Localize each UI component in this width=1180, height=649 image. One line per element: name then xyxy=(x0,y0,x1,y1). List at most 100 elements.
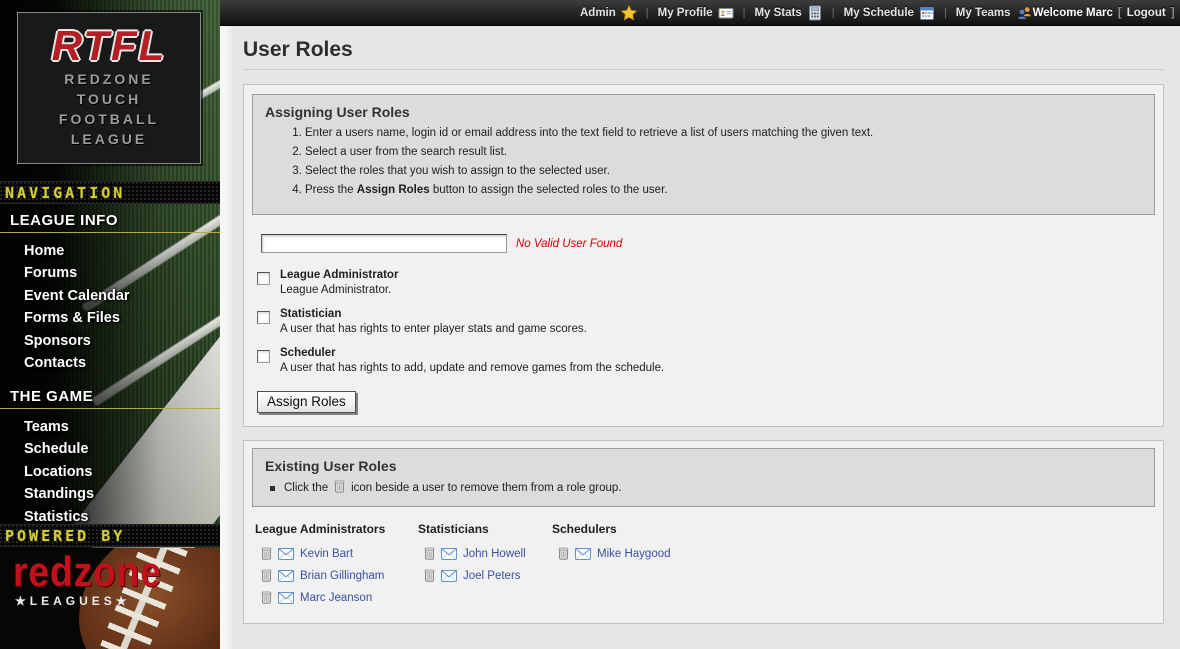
section-title-the-game: THE GAME xyxy=(0,384,220,409)
topbar-item-my-teams[interactable]: My Teams xyxy=(956,5,1033,21)
assigning-step: Press the Assign Roles button to assign … xyxy=(305,183,1142,198)
rtfl-logo-line: FOOTBALL xyxy=(18,109,200,129)
remove-user-trash-icon[interactable] xyxy=(424,547,435,560)
email-user-icon[interactable] xyxy=(441,570,457,582)
topbar-separator: | xyxy=(743,7,746,19)
group-title: League Administrators xyxy=(255,522,418,536)
role-description: A user that has rights to add, update an… xyxy=(280,362,664,374)
role-options: League Administrator League Administrato… xyxy=(257,269,1155,374)
user-row: Mike Haygood xyxy=(558,547,671,560)
rtfl-logo-line: LEAGUE xyxy=(18,129,200,149)
existing-roles-panel: Existing User Roles Click the icon besid… xyxy=(243,440,1164,624)
email-user-icon[interactable] xyxy=(278,570,294,582)
sidebar-item-schedule[interactable]: Schedule xyxy=(24,438,220,460)
user-link[interactable]: Joel Peters xyxy=(463,570,521,582)
role-checkbox-statistician[interactable] xyxy=(257,311,270,324)
email-user-icon[interactable] xyxy=(278,592,294,604)
vcard-icon xyxy=(718,5,734,21)
topbar-item-label: My Stats xyxy=(754,7,801,19)
main-area: Admin | My Profile | My Stats | My Sched… xyxy=(220,0,1180,649)
remove-user-trash-icon[interactable] xyxy=(261,591,272,604)
sidebar-item-standings[interactable]: Standings xyxy=(24,483,220,505)
role-option-league-administrator: League Administrator League Administrato… xyxy=(257,269,1155,296)
section-the-game: THE GAME Teams Schedule Locations Standi… xyxy=(0,384,220,528)
remove-user-trash-icon[interactable] xyxy=(424,569,435,582)
navigation-banner: NAVIGATION xyxy=(0,181,220,204)
user-row: Brian Gillingham xyxy=(261,569,418,582)
redzone-leagues-subtitle: ★LEAGUES★ xyxy=(15,594,131,608)
role-description: League Administrator. xyxy=(280,284,398,296)
topbar-item-my-profile[interactable]: My Profile xyxy=(658,5,734,21)
page-title: User Roles xyxy=(243,38,1164,62)
topbar-separator: | xyxy=(944,7,947,19)
rtfl-logo-line: REDZONE xyxy=(18,69,200,89)
sidebar: RTFL REDZONE TOUCH FOOTBALL LEAGUE NAVIG… xyxy=(0,0,220,649)
powered-by-label: POWERED BY xyxy=(0,525,220,547)
email-user-icon[interactable] xyxy=(441,548,457,560)
assigning-step: Select a user from the search result lis… xyxy=(305,145,1142,160)
logout-link[interactable]: Logout xyxy=(1127,7,1166,19)
role-option-scheduler: Scheduler A user that has rights to add,… xyxy=(257,347,1155,374)
assign-roles-panel: Assigning User Roles Enter a users name,… xyxy=(243,84,1164,427)
sidebar-item-teams[interactable]: Teams xyxy=(24,416,220,438)
group-schedulers: Schedulers Mike Haygood xyxy=(552,522,671,613)
remove-user-trash-icon[interactable] xyxy=(261,569,272,582)
user-search-input[interactable] xyxy=(261,234,507,253)
section-league-info: LEAGUE INFO Home Forums Event Calendar F… xyxy=(0,208,220,374)
star-icon xyxy=(621,5,637,21)
sidebar-item-sponsors[interactable]: Sponsors xyxy=(24,330,220,352)
sidebar-item-contacts[interactable]: Contacts xyxy=(24,352,220,374)
role-groups: League Administrators Kevin Bart Brian G… xyxy=(255,522,1155,613)
welcome-text: Welcome Marc xyxy=(1033,7,1113,19)
topbar-separator: | xyxy=(646,7,649,19)
group-statisticians: Statisticians John Howell Joel Peters xyxy=(418,522,552,613)
logout-bracket: ] xyxy=(1171,7,1175,19)
role-checkbox-scheduler[interactable] xyxy=(257,350,270,363)
topbar-item-admin[interactable]: Admin xyxy=(580,5,637,21)
bullet-square xyxy=(270,486,275,491)
assign-roles-button[interactable]: Assign Roles xyxy=(257,391,356,413)
redzone-leagues-logo[interactable]: redzone ★LEAGUES★ xyxy=(0,548,220,649)
sidebar-item-forms-files[interactable]: Forms & Files xyxy=(24,307,220,329)
assigning-box-title: Assigning User Roles xyxy=(265,104,1142,120)
user-link[interactable]: Mike Haygood xyxy=(597,548,671,560)
user-row: John Howell xyxy=(424,547,552,560)
sidebar-item-locations[interactable]: Locations xyxy=(24,461,220,483)
section-title-league-info: LEAGUE INFO xyxy=(0,208,220,233)
assigning-steps-list: Enter a users name, login id or email ad… xyxy=(265,126,1142,198)
user-link[interactable]: Brian Gillingham xyxy=(300,570,384,582)
logout-bracket: [ xyxy=(1118,7,1122,19)
existing-roles-box: Existing User Roles Click the icon besid… xyxy=(252,448,1155,507)
sidebar-item-home[interactable]: Home xyxy=(24,240,220,262)
existing-box-title: Existing User Roles xyxy=(265,458,1142,474)
user-row: Kevin Bart xyxy=(261,547,418,560)
trash-icon xyxy=(332,480,347,496)
assigning-step: Enter a users name, login id or email ad… xyxy=(305,126,1142,141)
role-checkbox-league-administrator[interactable] xyxy=(257,272,270,285)
role-option-statistician: Statistician A user that has rights to e… xyxy=(257,308,1155,335)
remove-user-trash-icon[interactable] xyxy=(558,547,569,560)
rtfl-logo-line: TOUCH xyxy=(18,89,200,109)
topbar-item-label: Admin xyxy=(580,7,616,19)
sidebar-item-event-calendar[interactable]: Event Calendar xyxy=(24,285,220,307)
topbar-item-label: My Schedule xyxy=(844,7,914,19)
sidebar-item-forums[interactable]: Forums xyxy=(24,262,220,284)
email-user-icon[interactable] xyxy=(278,548,294,560)
rtfl-logo-acronym: RTFL xyxy=(18,23,200,69)
user-link[interactable]: Marc Jeanson xyxy=(300,592,372,604)
role-name: League Administrator xyxy=(280,269,398,281)
topbar-item-my-stats[interactable]: My Stats xyxy=(754,5,822,21)
calculator-icon xyxy=(807,5,823,21)
calendar-icon xyxy=(919,5,935,21)
remove-user-trash-icon[interactable] xyxy=(261,547,272,560)
email-user-icon[interactable] xyxy=(575,548,591,560)
topbar-item-my-schedule[interactable]: My Schedule xyxy=(844,5,935,21)
topbar-item-label: My Teams xyxy=(956,7,1011,19)
user-row: Marc Jeanson xyxy=(261,591,418,604)
rtfl-logo[interactable]: RTFL REDZONE TOUCH FOOTBALL LEAGUE xyxy=(17,12,201,164)
navigation-banner-label: NAVIGATION xyxy=(0,182,220,204)
user-link[interactable]: Kevin Bart xyxy=(300,548,353,560)
group-icon xyxy=(1016,5,1033,21)
user-link[interactable]: John Howell xyxy=(463,548,526,560)
search-status-message: No Valid User Found xyxy=(516,238,622,250)
